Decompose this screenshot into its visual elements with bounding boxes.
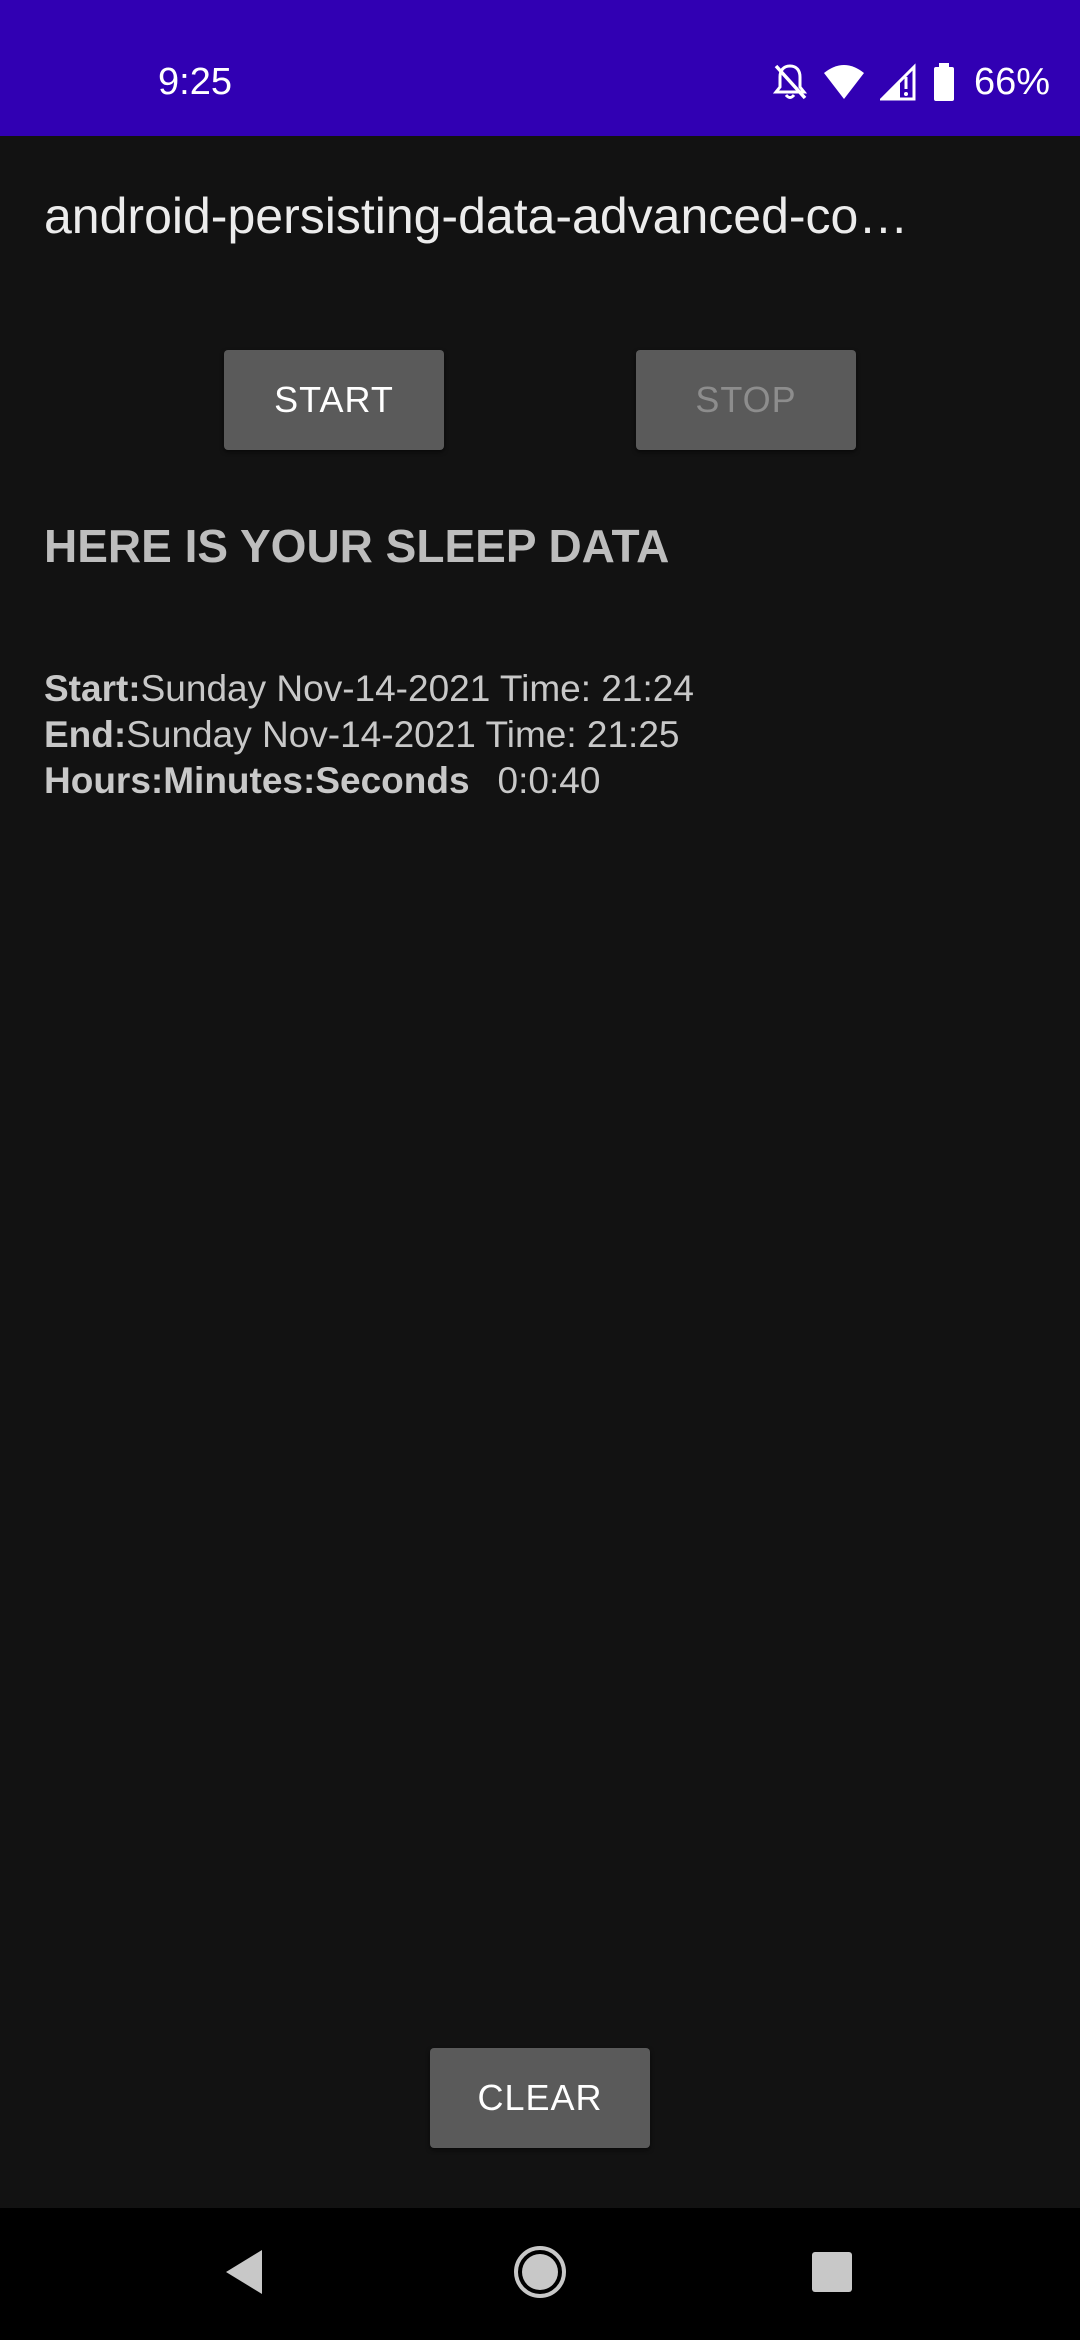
- app-screen: 9:25 66% android-persisting-data-advance…: [0, 0, 1080, 2340]
- end-row: End:Sunday Nov-14-2021 Time: 21:25: [44, 712, 694, 758]
- battery-icon: [932, 62, 956, 102]
- home-icon: [513, 2245, 567, 2304]
- start-label: Start:: [44, 668, 141, 709]
- sleep-data-heading: HERE IS YOUR SLEEP DATA: [44, 520, 670, 572]
- end-value: Sunday Nov-14-2021 Time: 21:25: [126, 714, 680, 755]
- signal-icon: [879, 63, 918, 101]
- battery-percent: 66%: [973, 61, 1050, 103]
- clear-button[interactable]: CLEAR: [430, 2048, 650, 2148]
- end-label: End:: [44, 714, 127, 755]
- status-time: 9:25: [158, 61, 232, 103]
- duration-row: Hours:Minutes:Seconds 0:0:40: [44, 758, 694, 804]
- bell-off-icon: [772, 62, 808, 102]
- status-bar: 9:25 66%: [0, 0, 1080, 136]
- duration-label: Hours:Minutes:Seconds: [44, 760, 470, 801]
- status-icons: 66%: [772, 58, 1050, 106]
- back-button[interactable]: [202, 2232, 286, 2316]
- home-button[interactable]: [498, 2232, 582, 2316]
- duration-value: 0:0:40: [497, 760, 601, 801]
- start-button[interactable]: START: [224, 350, 444, 450]
- recents-button[interactable]: [790, 2232, 874, 2316]
- wifi-icon: [822, 63, 866, 101]
- start-row: Start:Sunday Nov-14-2021 Time: 21:24: [44, 666, 694, 712]
- start-value: Sunday Nov-14-2021 Time: 21:24: [140, 668, 694, 709]
- sleep-data-text: Start:Sunday Nov-14-2021 Time: 21:24 End…: [44, 666, 694, 804]
- stop-button[interactable]: STOP: [636, 350, 856, 450]
- navigation-bar: [0, 2208, 1080, 2340]
- app-title: android-persisting-data-advanced-co…: [44, 188, 909, 244]
- recents-icon: [810, 2250, 854, 2299]
- back-icon: [222, 2248, 266, 2301]
